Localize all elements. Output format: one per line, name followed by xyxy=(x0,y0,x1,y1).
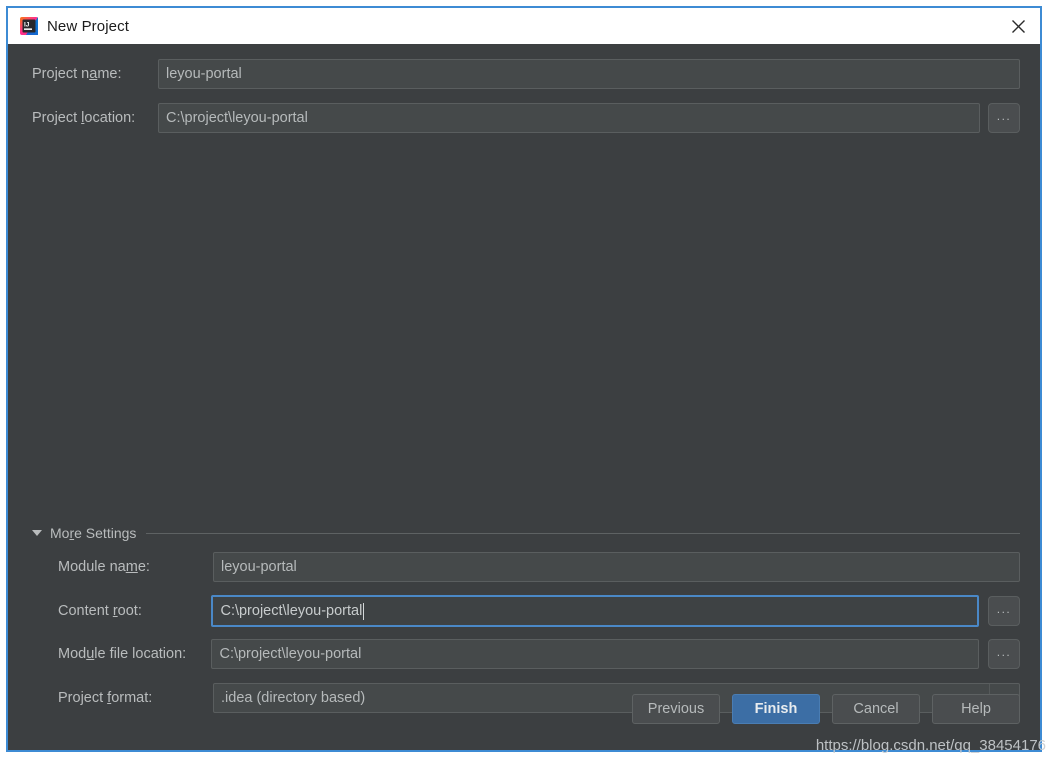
module-file-location-browse-button[interactable]: ... xyxy=(988,639,1020,669)
project-format-label: Project format: xyxy=(58,690,153,706)
module-file-location-label: Module file location: xyxy=(58,646,187,662)
cancel-button[interactable]: Cancel xyxy=(832,694,920,724)
ellipsis-icon: ... xyxy=(996,644,1012,659)
dialog-title: New Project xyxy=(47,17,129,35)
content-root-label: Content root: xyxy=(58,603,142,619)
close-button[interactable] xyxy=(996,8,1040,44)
previous-button[interactable]: Previous xyxy=(632,694,720,724)
module-file-location-input[interactable] xyxy=(211,639,979,669)
dialog-body: Project name: Project location: ... More… xyxy=(8,44,1046,754)
project-name-row: Project name: xyxy=(32,59,1020,89)
svg-text:IJ: IJ xyxy=(24,21,30,28)
project-name-label: Project name: xyxy=(32,66,122,82)
project-location-label: Project location: xyxy=(32,110,136,126)
project-location-input[interactable] xyxy=(158,103,980,133)
module-file-location-row: Module file location: ... xyxy=(58,639,1020,669)
ellipsis-icon: ... xyxy=(996,108,1012,123)
project-location-row: Project location: ... xyxy=(32,103,1020,133)
close-icon xyxy=(1011,19,1025,33)
content-root-value: C:\project\leyou-portal xyxy=(220,603,363,619)
more-settings-label: More Settings xyxy=(50,525,137,541)
dialog-titlebar: IJ New Project xyxy=(8,8,1040,44)
project-location-browse-button[interactable]: ... xyxy=(988,103,1020,133)
intellij-idea-icon: IJ xyxy=(20,17,38,35)
finish-button[interactable]: Finish xyxy=(732,694,820,724)
content-root-row: Content root: C:\project\leyou-portal ..… xyxy=(58,595,1020,627)
watermark-text: https://blog.csdn.net/qq_38454176 xyxy=(815,737,1046,754)
more-settings-toggle[interactable]: More Settings xyxy=(32,525,1020,541)
help-button[interactable]: Help xyxy=(932,694,1020,724)
module-name-label: Module name: xyxy=(58,559,150,575)
project-name-input[interactable] xyxy=(158,59,1020,89)
content-root-input[interactable]: C:\project\leyou-portal xyxy=(211,595,979,627)
dialog-button-bar: Previous Finish Cancel Help xyxy=(632,694,1020,724)
triangle-down-icon xyxy=(32,530,42,536)
section-divider xyxy=(146,532,1020,534)
module-name-row: Module name: xyxy=(58,552,1020,582)
content-root-browse-button[interactable]: ... xyxy=(988,596,1020,626)
new-project-dialog: IJ New Project Project name: Project loc… xyxy=(6,6,1046,754)
text-caret xyxy=(363,602,365,620)
module-name-input[interactable] xyxy=(213,552,1020,582)
ellipsis-icon: ... xyxy=(996,601,1012,616)
